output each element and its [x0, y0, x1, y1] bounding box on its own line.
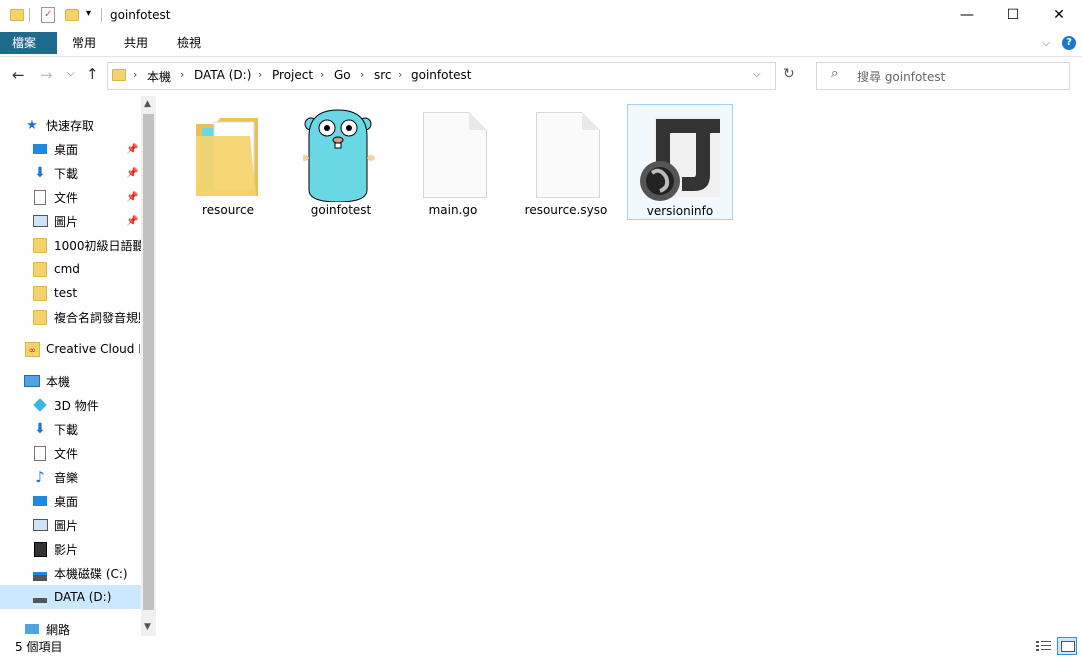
chevron-right-icon[interactable]: › — [180, 68, 184, 81]
forward-arrow-icon[interactable]: → — [40, 66, 53, 84]
tab-file[interactable]: 檔案 — [0, 32, 57, 54]
cube-icon — [32, 397, 48, 413]
back-arrow-icon[interactable]: ← — [12, 66, 25, 84]
file-item[interactable]: goinfotest — [289, 104, 393, 218]
file-item-selected[interactable]: versioninfo — [627, 104, 733, 220]
json-icon — [640, 117, 720, 201]
video-icon — [32, 541, 48, 557]
breadcrumb-drive-d[interactable]: DATA (D:) — [194, 68, 251, 82]
file-name: resource.syso — [524, 203, 608, 217]
document-icon — [536, 112, 600, 198]
nav-item-folder[interactable]: 複合名詞發音規則 — [32, 305, 140, 329]
up-arrow-icon[interactable]: ↑ — [86, 65, 99, 83]
folder-icon — [32, 309, 48, 325]
windows-drive-icon — [32, 565, 48, 581]
desktop-icon — [32, 141, 48, 157]
breadcrumb-project[interactable]: Project — [272, 68, 313, 82]
search-input[interactable]: 搜尋 goinfotest — [857, 68, 945, 85]
folder-icon — [196, 118, 258, 196]
music-icon: ♪ — [35, 468, 45, 486]
large-icons-view-icon[interactable] — [1057, 637, 1077, 655]
divider — [775, 62, 776, 90]
minimize-button[interactable]: — — [944, 0, 990, 30]
breadcrumb-src[interactable]: src — [374, 68, 392, 82]
ribbon — [0, 32, 1082, 57]
pin-icon[interactable]: 📌 — [126, 192, 138, 203]
network-icon — [24, 621, 40, 637]
download-icon: ⬇ — [34, 421, 46, 437]
new-folder-icon[interactable] — [65, 9, 79, 21]
pin-icon[interactable]: 📌 — [126, 216, 138, 227]
search-icon: ⌕ — [831, 66, 839, 81]
document-icon — [32, 189, 48, 205]
pin-icon[interactable]: 📌 — [126, 144, 138, 155]
divider — [29, 8, 30, 22]
customize-toolbar-icon[interactable]: ▾ — [86, 8, 91, 19]
close-button[interactable]: ✕ — [1036, 0, 1082, 30]
scroll-down-icon[interactable]: ▼ — [144, 622, 151, 632]
chevron-right-icon[interactable]: › — [133, 68, 137, 81]
pin-icon[interactable]: 📌 — [126, 168, 138, 179]
maximize-button[interactable]: ☐ — [990, 0, 1036, 30]
details-view-icon[interactable] — [1036, 639, 1052, 653]
tab-view[interactable]: 檢視 — [165, 32, 213, 54]
nav-creative-cloud[interactable]: ∞ Creative Cloud Fi — [24, 337, 140, 361]
breadcrumb-go[interactable]: Go — [334, 68, 351, 82]
file-item[interactable]: resource — [176, 104, 280, 218]
star-icon: ★ — [26, 117, 38, 133]
tab-share[interactable]: 共用 — [112, 32, 160, 54]
navigation-pane: ★ 快速存取 桌面 📌 ⬇ 下載 📌 文件 📌 圖片 📌 1000初級日語聽 c… — [0, 96, 157, 637]
computer-icon — [24, 373, 40, 389]
document-icon — [423, 112, 487, 198]
chevron-right-icon[interactable]: › — [360, 68, 364, 81]
chevron-right-icon[interactable]: › — [320, 68, 324, 81]
folder-icon[interactable] — [10, 9, 24, 21]
file-name: versioninfo — [646, 204, 714, 218]
address-dropdown-icon[interactable]: ⌵ — [753, 69, 761, 80]
status-item-count: 5 個項目 — [15, 640, 63, 654]
pictures-icon — [32, 517, 48, 533]
window-title: goinfotest — [110, 8, 171, 22]
scrollbar-thumb[interactable] — [143, 114, 154, 610]
document-icon — [32, 445, 48, 461]
file-item[interactable]: resource.syso — [514, 104, 618, 218]
desktop-icon — [32, 493, 48, 509]
creative-cloud-icon: ∞ — [24, 341, 40, 357]
gopher-icon — [303, 109, 375, 202]
file-name: goinfotest — [310, 203, 372, 217]
folder-icon — [32, 261, 48, 277]
folder-icon — [32, 285, 48, 301]
divider — [101, 8, 102, 22]
expand-ribbon-icon[interactable]: ⌵ — [1042, 36, 1050, 50]
help-icon[interactable]: ? — [1062, 36, 1076, 50]
download-icon: ⬇ — [34, 165, 46, 181]
chevron-right-icon[interactable]: › — [398, 68, 402, 81]
folder-icon — [112, 69, 126, 81]
scroll-up-icon[interactable]: ▲ — [144, 99, 151, 109]
breadcrumb-this-pc[interactable]: 本機 — [147, 68, 171, 85]
chevron-right-icon[interactable]: › — [258, 68, 262, 81]
properties-icon[interactable]: ✓ — [41, 7, 55, 23]
pictures-icon — [32, 213, 48, 229]
refresh-icon[interactable]: ↻ — [783, 66, 795, 82]
breadcrumb-goinfotest[interactable]: goinfotest — [411, 68, 472, 82]
file-name: resource — [202, 203, 254, 217]
file-name: main.go — [428, 203, 478, 217]
folder-icon — [32, 237, 48, 253]
file-item[interactable]: main.go — [401, 104, 505, 218]
drive-icon — [32, 589, 48, 605]
recent-locations-icon[interactable]: ⌵ — [67, 68, 75, 79]
tab-home[interactable]: 常用 — [60, 32, 108, 54]
